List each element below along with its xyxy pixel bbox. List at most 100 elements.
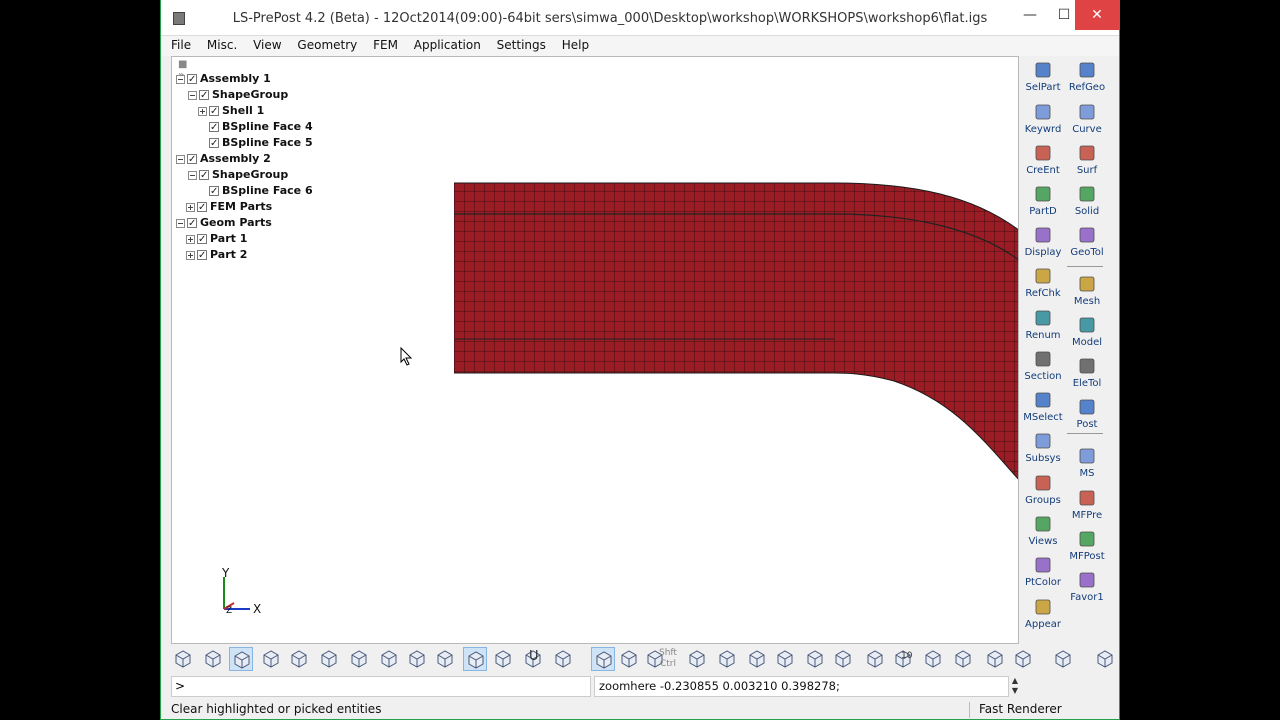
checkbox[interactable] — [209, 120, 219, 136]
tree-item-shell-1[interactable]: Shell 1 — [198, 103, 264, 120]
side-button-post[interactable]: Post — [1065, 397, 1109, 437]
zoom-icon[interactable] — [745, 647, 769, 671]
tree-item-shapegroup-2[interactable]: ShapeGroup — [188, 167, 288, 184]
mesh-cube-icon[interactable] — [287, 647, 311, 671]
solid-cube-icon[interactable] — [259, 647, 283, 671]
frame-icon[interactable] — [863, 647, 887, 671]
tree-item-shapegroup-1[interactable]: ShapeGroup — [188, 87, 288, 104]
fem-mesh-model[interactable] — [454, 181, 1019, 481]
minimize-button[interactable]: — — [1013, 0, 1047, 30]
checkbox[interactable] — [197, 248, 207, 264]
tree-item-bspline-face-5[interactable]: BSpline Face 5 — [198, 135, 313, 152]
solid-view-icon[interactable] — [591, 647, 615, 671]
side-button-geotol[interactable]: GeoTol — [1065, 225, 1109, 265]
graphics-viewport[interactable]: ■ » Assembly 1 ShapeGroup Shell 1 BSplin… — [171, 56, 1019, 644]
side-button-curve[interactable]: Curve — [1065, 102, 1109, 142]
side-button-renum[interactable]: Renum — [1021, 308, 1065, 348]
side-button-selpart[interactable]: SelPart — [1021, 60, 1065, 100]
dot-cube-icon[interactable] — [377, 647, 401, 671]
menu-file[interactable]: File — [171, 36, 191, 54]
expand-icon[interactable] — [186, 234, 195, 244]
menu-misc[interactable]: Misc. — [207, 36, 237, 54]
collapse-icon[interactable] — [188, 170, 197, 180]
checkbox[interactable] — [199, 88, 209, 104]
side-button-creent[interactable]: CreEnt — [1021, 143, 1065, 183]
checkbox[interactable] — [187, 152, 197, 168]
scroll-spinner[interactable]: ▲ ▼ — [1009, 676, 1021, 697]
tree-item-fem-parts[interactable]: FEM Parts — [186, 199, 272, 216]
tree-item-part-1[interactable]: Part 1 — [186, 231, 247, 248]
side-button-refchk[interactable]: RefChk — [1021, 266, 1065, 306]
mesh-shade-icon[interactable] — [463, 647, 487, 671]
feature-cube-icon[interactable] — [433, 647, 457, 671]
menu-settings[interactable]: Settings — [497, 36, 546, 54]
checkbox[interactable] — [199, 168, 209, 184]
side-button-subsys[interactable]: Subsys — [1021, 431, 1065, 471]
checkbox[interactable] — [187, 216, 197, 232]
axes-icon[interactable] — [921, 647, 945, 671]
side-button-appear[interactable]: Appear — [1021, 597, 1065, 637]
triad-icon[interactable] — [171, 647, 195, 671]
pick-icon[interactable] — [685, 647, 709, 671]
collapse-icon[interactable] — [176, 154, 185, 164]
rotate-icon[interactable] — [803, 647, 827, 671]
side-button-ptcolor[interactable]: PtColor — [1021, 555, 1065, 595]
side-button-partd[interactable]: PartD — [1021, 184, 1065, 224]
side-button-model[interactable]: Model — [1065, 315, 1109, 355]
shade-cube-icon[interactable] — [229, 647, 253, 671]
tree-item-assembly-1[interactable]: Assembly 1 — [176, 71, 271, 88]
menu-help[interactable]: Help — [562, 36, 589, 54]
menu-view[interactable]: View — [253, 36, 281, 54]
blue-cube-icon[interactable] — [951, 647, 975, 671]
side-button-mfpre[interactable]: MFPre — [1065, 488, 1109, 528]
menu-application[interactable]: Application — [414, 36, 481, 54]
center-icon[interactable] — [715, 647, 739, 671]
side-button-refgeo[interactable]: RefGeo — [1065, 60, 1109, 100]
checkbox[interactable] — [187, 72, 197, 88]
tree-item-part-2[interactable]: Part 2 — [186, 247, 247, 264]
wire-view-icon[interactable] — [617, 647, 641, 671]
tree-item-bspline-face-4[interactable]: BSpline Face 4 — [198, 119, 313, 136]
side-button-section[interactable]: Section — [1021, 349, 1065, 389]
checkbox[interactable] — [197, 232, 207, 248]
side-button-mselect[interactable]: MSelect — [1021, 390, 1065, 430]
view-cube-icon[interactable] — [551, 647, 575, 671]
checkbox[interactable] — [209, 136, 219, 152]
wire-cube-icon[interactable] — [201, 647, 225, 671]
side-button-solid[interactable]: Solid — [1065, 184, 1109, 224]
close-button[interactable]: ✕ — [1075, 0, 1119, 30]
side-button-views[interactable]: Views — [1021, 514, 1065, 554]
globe-icon[interactable] — [831, 647, 855, 671]
expand-icon[interactable] — [186, 202, 195, 212]
command-input[interactable]: > — [171, 676, 591, 697]
expand-icon[interactable] — [186, 250, 195, 260]
collapse-icon[interactable] — [188, 90, 197, 100]
collapse-icon[interactable] — [176, 218, 185, 228]
shrink-cube-icon[interactable] — [405, 647, 429, 671]
side-button-ms[interactable]: MS — [1065, 446, 1109, 486]
menu-geometry[interactable]: Geometry — [297, 36, 357, 54]
a-icon[interactable] — [983, 647, 1007, 671]
side-button-groups[interactable]: Groups — [1021, 473, 1065, 513]
tree-item-bspline-face-6[interactable]: BSpline Face 6 — [198, 183, 313, 200]
checkbox[interactable] — [209, 184, 219, 200]
menu-fem[interactable]: FEM — [373, 36, 398, 54]
checkbox[interactable] — [197, 200, 207, 216]
side-button-eletol[interactable]: EleTol — [1065, 356, 1109, 396]
side-button-mesh[interactable]: Mesh — [1065, 274, 1109, 314]
side-button-favor1[interactable]: Favor1 — [1065, 570, 1109, 610]
checkbox[interactable] — [209, 104, 219, 120]
side-button-display[interactable]: Display — [1021, 225, 1065, 265]
side-button-keywrd[interactable]: Keywrd — [1021, 102, 1065, 142]
tree-item-geom-parts[interactable]: Geom Parts — [176, 215, 272, 232]
collapse-icon[interactable] — [176, 74, 185, 84]
b-icon[interactable] — [1011, 647, 1035, 671]
tree-item-assembly-2[interactable]: Assembly 2 — [176, 151, 271, 168]
fringe-icon[interactable] — [491, 647, 515, 671]
zoom-box-icon[interactable] — [773, 647, 797, 671]
side-button-mfpost[interactable]: MFPost — [1065, 529, 1109, 569]
side-button-surf[interactable]: Surf — [1065, 143, 1109, 183]
outline-cube-icon[interactable] — [317, 647, 341, 671]
expand-icon[interactable] — [198, 106, 207, 116]
d-icon[interactable] — [1093, 647, 1117, 671]
